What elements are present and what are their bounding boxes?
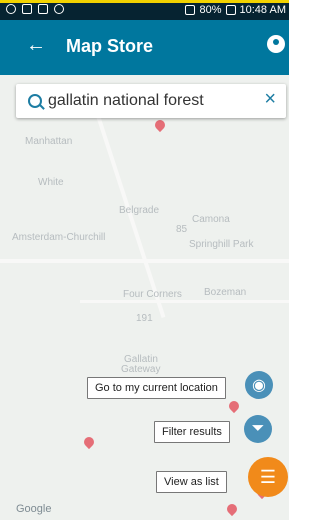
view-as-list-button[interactable]: ☰ <box>248 457 288 497</box>
map-label: 85 <box>176 224 188 235</box>
map-pin[interactable] <box>224 501 240 517</box>
map-label: Belgrade <box>119 205 160 216</box>
map-pin[interactable] <box>226 398 242 414</box>
map-pin[interactable] <box>152 117 168 133</box>
app-header: ← Map Store <box>0 20 289 75</box>
notification-icon <box>22 4 32 14</box>
filter-results-button[interactable]: ⏷ <box>244 415 272 443</box>
battery-percent: 80% <box>199 4 222 16</box>
map-label: Four Corners <box>123 289 182 300</box>
signal-icon <box>185 5 196 15</box>
notification-icon <box>54 4 64 14</box>
notification-icon <box>38 4 48 14</box>
map-label: 191 <box>136 313 153 324</box>
search-icon <box>28 94 42 108</box>
map-pin[interactable] <box>81 434 97 450</box>
notification-icon <box>6 4 16 14</box>
current-location-label[interactable]: Go to my current location <box>87 377 226 399</box>
map-label: Bozeman <box>204 287 247 298</box>
account-icon[interactable] <box>267 35 285 53</box>
clear-icon[interactable]: × <box>264 89 276 109</box>
back-arrow-icon[interactable]: ← <box>26 35 46 55</box>
status-right: 80% 10:48 AM <box>185 4 286 16</box>
battery-icon <box>225 5 236 15</box>
list-icon: ☰ <box>259 466 277 487</box>
view-as-list-label[interactable]: View as list <box>156 471 227 493</box>
google-attribution: Google <box>16 503 52 515</box>
page-title: Map Store <box>66 36 154 56</box>
status-bar: 80% 10:48 AM <box>0 3 289 20</box>
search-bar: × <box>16 84 286 118</box>
map-label: Amsterdam-Churchill <box>12 232 106 243</box>
map-label: Gateway <box>121 364 161 375</box>
app-screen: 80% 10:48 AM ← Map Store Manhattan White… <box>0 0 289 520</box>
map-label: Camona <box>192 214 230 225</box>
search-input[interactable] <box>48 91 258 111</box>
map-road <box>0 259 289 263</box>
map-label: White <box>38 177 64 188</box>
map-view[interactable]: Manhattan White Belgrade Camona Amsterda… <box>0 75 289 520</box>
map-label: Manhattan <box>25 136 73 147</box>
filter-icon: ⏷ <box>251 420 265 437</box>
map-label: Springhill Park <box>189 239 254 250</box>
location-target-icon: ◉ <box>252 377 266 394</box>
current-location-button[interactable]: ◉ <box>245 371 273 399</box>
filter-results-label[interactable]: Filter results <box>154 421 230 443</box>
map-road <box>80 300 289 303</box>
status-left-icons <box>6 4 64 14</box>
status-time: 10:48 AM <box>239 4 286 16</box>
